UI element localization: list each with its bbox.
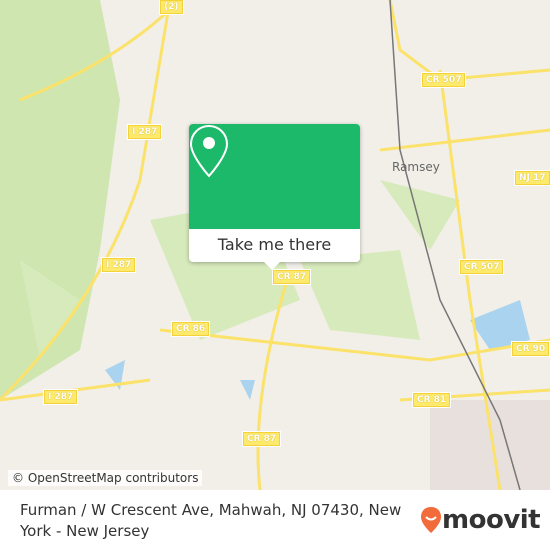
road-shield: CR 507 — [458, 259, 505, 275]
road-shield: CR 90 — [510, 341, 550, 357]
location-popup: Take me there — [189, 124, 360, 270]
road-shield: NJ 17 — [514, 170, 550, 186]
brand-name: moovit — [442, 505, 541, 535]
map-attribution[interactable]: © OpenStreetMap contributors — [8, 470, 203, 486]
road-shield: CR 81 — [411, 392, 452, 408]
take-me-there-button[interactable]: Take me there — [189, 229, 360, 261]
map-pin-icon — [189, 124, 229, 178]
moovit-pin-icon — [421, 507, 441, 533]
road-shield: CR 87 — [271, 269, 312, 285]
road-shield: I 287 — [126, 124, 163, 140]
road-shield: CR 507 — [420, 72, 467, 88]
road-shield: I 287 — [42, 389, 79, 405]
road-shield: (2) — [159, 0, 184, 15]
map[interactable]: (2) CR 507 I 287 NJ 17 I 287 CR 87 CR 50… — [0, 0, 550, 490]
town-label: Ramsey — [392, 160, 440, 174]
moovit-logo: moovit — [420, 505, 541, 535]
road-shield: CR 86 — [170, 321, 211, 337]
address-text: Furman / W Crescent Ave, Mahwah, NJ 0743… — [20, 501, 402, 540]
road-shield: I 287 — [100, 257, 137, 273]
road-shield: CR 87 — [241, 431, 282, 447]
